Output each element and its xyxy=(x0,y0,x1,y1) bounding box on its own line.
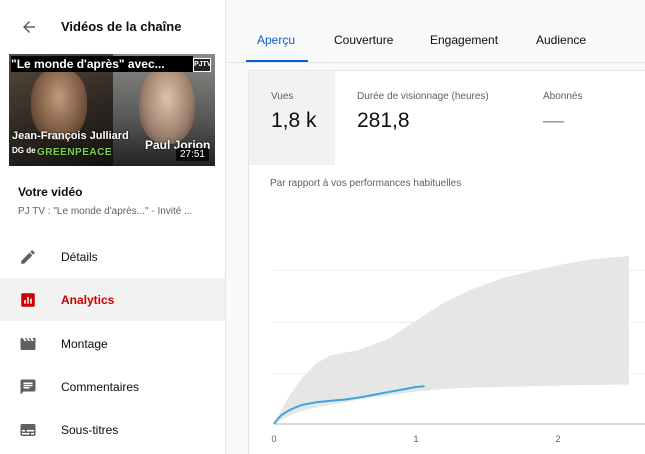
comment-icon xyxy=(18,377,38,397)
thumbnail-person1-name: Jean-François Julliard xyxy=(12,130,129,142)
video-duration-badge: 27:51 xyxy=(175,148,209,161)
sidebar-item-label: Sous-titres xyxy=(61,422,119,437)
views-chart: 0 1 2 xyxy=(271,256,645,444)
tab-overview[interactable]: Aperçu xyxy=(257,33,295,47)
sidebar: Vidéos de la chaîne "Le monde d'après" a… xyxy=(0,0,226,454)
pencil-icon xyxy=(18,247,38,267)
thumbnail-headline: "Le monde d'après" avec... xyxy=(11,56,193,72)
sidebar-item-subtitles[interactable]: Sous-titres xyxy=(0,408,225,451)
tab-engagement[interactable]: Engagement xyxy=(430,33,498,47)
sidebar-item-label: Commentaires xyxy=(61,379,140,394)
sidebar-item-details[interactable]: Détails xyxy=(0,235,225,278)
thumbnail-org: GREENPEACE xyxy=(37,147,113,158)
sidebar-item-label: Analytics xyxy=(61,292,115,307)
x-tick-label: 0 xyxy=(271,434,276,444)
x-tick-label: 2 xyxy=(555,434,560,444)
arrow-left-icon xyxy=(23,21,35,33)
main-content: Aperçu Couverture Engagement Audience Vu… xyxy=(226,0,645,454)
sidebar-item-label: Détails xyxy=(61,249,98,264)
sidebar-item-comments[interactable]: Commentaires xyxy=(0,365,225,408)
video-thumbnail[interactable]: "Le monde d'après" avec... PJTV Jean-Fra… xyxy=(9,54,215,166)
tab-reach[interactable]: Couverture xyxy=(334,33,393,47)
sidebar-title: Vidéos de la chaîne xyxy=(61,19,182,34)
x-tick-label: 1 xyxy=(413,434,418,444)
back-button[interactable] xyxy=(16,14,42,40)
subtitles-icon xyxy=(18,420,38,440)
overview-card: Vues 1,8 k Durée de visionnage (heures) … xyxy=(248,70,645,454)
sidebar-item-label: Montage xyxy=(61,336,108,351)
sidebar-item-analytics[interactable]: Analytics xyxy=(0,278,225,321)
clapperboard-icon xyxy=(18,334,38,354)
tab-audience[interactable]: Audience xyxy=(536,33,586,47)
typical-performance-band xyxy=(274,256,629,424)
thumbnail-person-right xyxy=(139,68,195,144)
app-window: Vidéos de la chaîne "Le monde d'après" a… xyxy=(0,0,645,454)
thumbnail-person1-role: DG de xyxy=(12,146,36,155)
video-title: PJ TV : "Le monde d'après..." - Invité .… xyxy=(18,206,193,217)
video-section-label: Votre vidéo xyxy=(18,185,83,199)
analytics-tabs: Aperçu Couverture Engagement Audience xyxy=(226,0,645,63)
analytics-icon xyxy=(18,290,38,310)
channel-logo: PJTV xyxy=(193,58,212,72)
sidebar-item-editor[interactable]: Montage xyxy=(0,322,225,365)
tabs-divider xyxy=(226,62,645,63)
